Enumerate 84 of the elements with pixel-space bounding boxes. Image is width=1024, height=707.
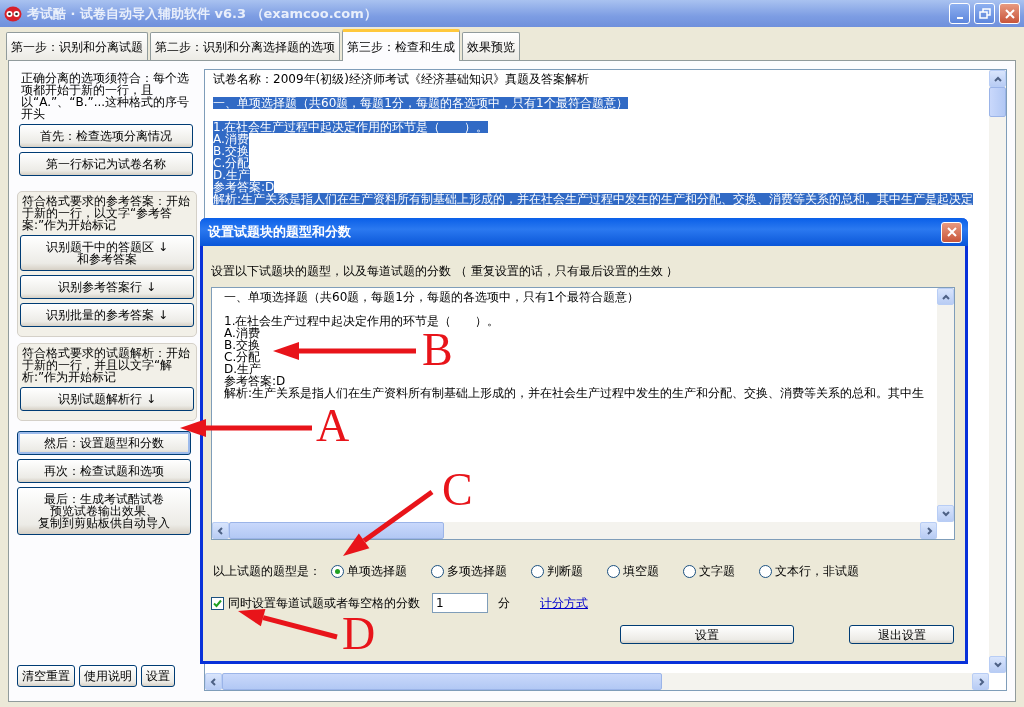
action-button[interactable]: 识别参考答案行 ↓ xyxy=(20,275,194,299)
text-line: 一、单项选择题（共60题，每题1分，每题的各选项中，只有1个最符合题意） xyxy=(224,291,639,303)
scroll-down-icon xyxy=(940,508,951,519)
tab[interactable]: 第一步：识别和分离试题 xyxy=(6,32,148,60)
scroll-up-button[interactable] xyxy=(937,288,954,305)
close-icon xyxy=(1003,7,1016,20)
step-button[interactable]: 最后：生成考试酷试卷 预览试卷输出效果、 复制到剪贴板供自动导入 xyxy=(17,487,191,535)
footer-button[interactable]: 使用说明 xyxy=(79,665,137,687)
minimize-icon xyxy=(956,17,963,19)
instruction-text: 符合格式要求的参考答案：开始于新的一行，以文字“参考答案:”作为开始标记 xyxy=(22,195,191,231)
vertical-scrollbar[interactable] xyxy=(989,70,1006,673)
text-line: C.分配 xyxy=(224,351,261,363)
radio-option[interactable]: 单项选择题 xyxy=(331,562,407,580)
unit-label: 分 xyxy=(498,595,510,612)
question-type-label: 以上试题的题型是： xyxy=(213,563,321,580)
radio-button[interactable] xyxy=(531,564,544,578)
tab[interactable]: 效果预览 xyxy=(462,32,520,60)
instruction-text: 正确分离的选项须符合：每个选项都开始于新的一行，且以“A.”、“B.”...这种格式的序号开头 xyxy=(21,72,191,120)
dialog-title: 设置试题块的题型和分数 xyxy=(208,223,351,242)
scrollbar-thumb[interactable] xyxy=(989,87,1006,117)
radio-option[interactable]: 文字题 xyxy=(683,562,735,580)
window-title: 考试酷 · 试卷自动导入辅助软件 v6.3 （examcoo.com） xyxy=(27,4,377,23)
checkbox[interactable] xyxy=(211,596,224,610)
text-line: D.生产 xyxy=(224,363,262,375)
dialog-description: 设置以下试题块的题型，以及每道试题的分数 （ 重复设置的话，只有最后设置的生效 ） xyxy=(211,263,680,280)
close-button[interactable] xyxy=(999,3,1020,24)
radio-button[interactable] xyxy=(331,564,344,578)
scroll-left-icon xyxy=(208,676,219,687)
text-line: 解析:生产关系是指人们在生产资料所有制基础上形成的，并在社会生产过程中发生的生产和分配、交换、消费等关系的总和。其中生 xyxy=(224,387,925,399)
scroll-left-button[interactable] xyxy=(212,522,229,539)
annotation-label: C xyxy=(442,470,473,510)
scroll-down-button[interactable] xyxy=(937,505,954,522)
text-line: A.消费 xyxy=(224,327,260,339)
footer-button[interactable]: 清空重置 xyxy=(17,665,75,687)
check-icon xyxy=(213,598,222,608)
tab[interactable]: 第三步：检查和生成 xyxy=(342,29,460,61)
action-button[interactable]: 识别题干中的答题区 ↓ 和参考答案 xyxy=(20,235,194,271)
annotation-label: D xyxy=(342,614,376,654)
radio-button[interactable] xyxy=(431,564,444,578)
step-button[interactable]: 然后：设置题型和分数 xyxy=(17,431,191,455)
annotation-label: B xyxy=(422,330,453,370)
radio-option[interactable]: 填空题 xyxy=(607,562,659,580)
horizontal-scrollbar[interactable] xyxy=(212,522,937,539)
tab[interactable]: 第二步：识别和分离选择题的选项 xyxy=(150,32,340,60)
scrollbar-thumb[interactable] xyxy=(222,673,662,690)
checkbox-option[interactable]: 同时设置每道试题或者每空格的分数 xyxy=(211,594,420,612)
scroll-left-icon xyxy=(215,525,226,536)
scroll-right-button[interactable] xyxy=(920,522,937,539)
scrollbar-thumb[interactable] xyxy=(229,522,444,539)
scroll-left-button[interactable] xyxy=(205,673,222,690)
app-icon xyxy=(4,5,22,22)
close-button[interactable] xyxy=(941,221,962,243)
radio-button[interactable] xyxy=(759,564,772,578)
text-line: 试卷名称：2009年(初级)经济师考试《经济基础知识》真题及答案解析 xyxy=(213,73,589,85)
annotation-label: A xyxy=(316,406,350,446)
horizontal-scrollbar[interactable] xyxy=(205,673,989,690)
score-field[interactable]: 1 xyxy=(432,593,488,613)
action-button[interactable]: 识别试题解析行 ↓ xyxy=(20,387,194,411)
footer-button[interactable]: 设置 xyxy=(141,665,175,687)
exit-button[interactable]: 退出设置 xyxy=(849,625,954,644)
scroll-down-icon xyxy=(992,659,1003,670)
action-button[interactable]: 第一行标记为试卷名称 xyxy=(19,152,193,176)
scroll-up-button[interactable] xyxy=(989,70,1006,87)
text-line: 参考答案:D xyxy=(224,375,286,387)
scroll-right-button[interactable] xyxy=(972,673,989,690)
vertical-scrollbar[interactable] xyxy=(937,288,954,522)
set-button[interactable]: 设置 xyxy=(620,625,794,644)
instruction-text: 符合格式要求的试题解析：开始于新的一行，并且以文字“解析:”作为开始标记 xyxy=(22,347,191,383)
action-button[interactable]: 首先：检查选项分离情况 xyxy=(19,124,193,148)
radio-option[interactable]: 文本行，非试题 xyxy=(759,562,859,580)
radio-button[interactable] xyxy=(683,564,696,578)
minimize-button[interactable] xyxy=(949,3,970,24)
text-line: B.交换 xyxy=(224,339,261,351)
close-icon xyxy=(945,226,958,238)
action-button[interactable]: 识别批量的参考答案 ↓ xyxy=(20,303,194,327)
scroll-down-button[interactable] xyxy=(989,656,1006,673)
restore-icon xyxy=(978,7,991,20)
text-line: 1.在社会生产过程中起决定作用的环节是（ ）。 xyxy=(224,315,500,327)
restore-button[interactable] xyxy=(974,3,995,24)
radio-button[interactable] xyxy=(607,564,620,578)
scoring-link[interactable]: 计分方式 xyxy=(540,594,588,612)
radio-option[interactable]: 判断题 xyxy=(531,562,583,580)
radio-option[interactable]: 多项选择题 xyxy=(431,562,507,580)
step-button[interactable]: 再次：检查试题和选项 xyxy=(17,459,191,483)
